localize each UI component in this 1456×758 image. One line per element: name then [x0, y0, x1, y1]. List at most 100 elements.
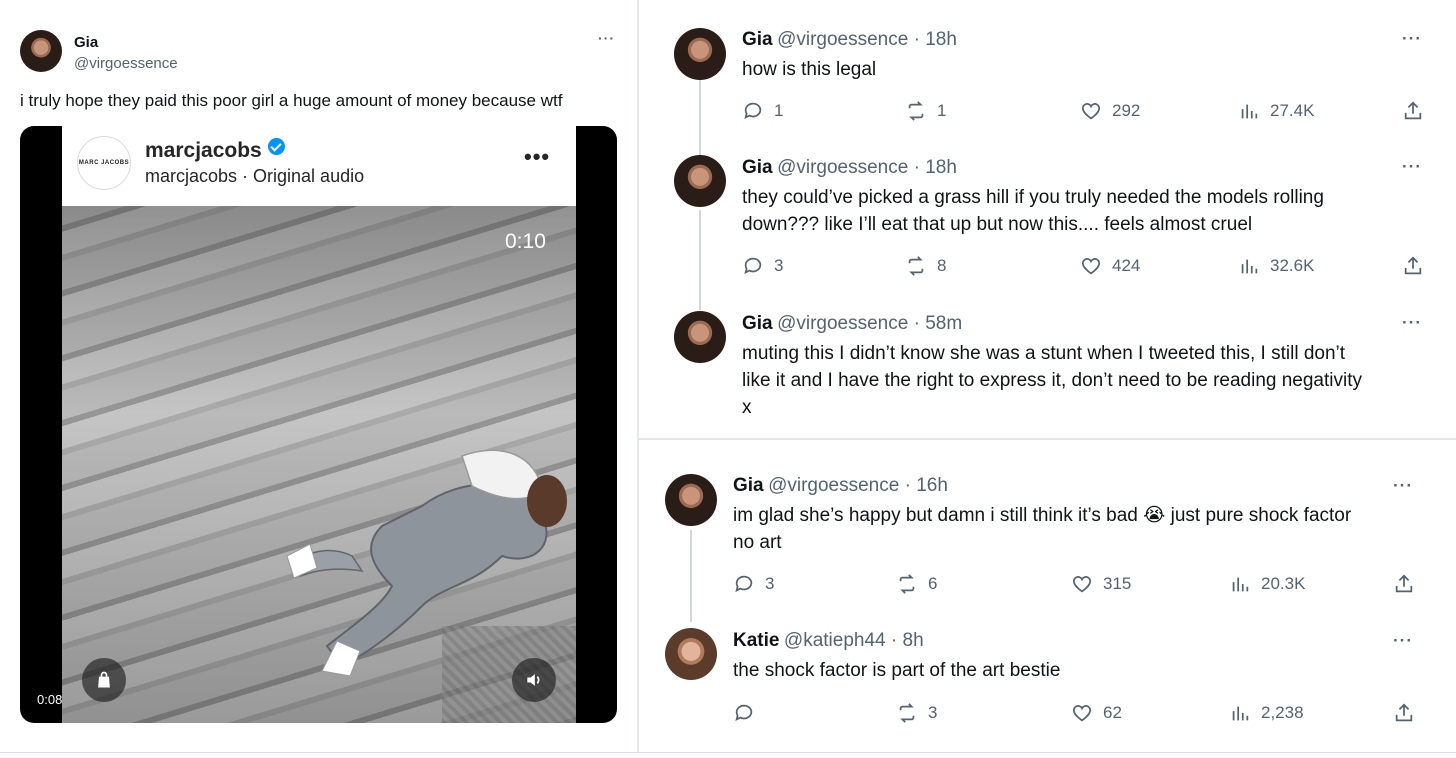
share-button[interactable] — [1393, 702, 1415, 724]
tweet-actions: 3 62 2,238 — [733, 702, 1423, 726]
author-handle[interactable]: @virgoessence · 18h — [777, 29, 957, 50]
tweet-header: Gia @virgoessence · 18h — [742, 157, 957, 179]
tweet-text-line: muting this I didn’t know she was a stun… — [742, 343, 1346, 364]
avatar[interactable] — [665, 474, 717, 526]
repost-button[interactable]: 3 — [896, 702, 937, 724]
like-count: 292 — [1112, 101, 1141, 120]
reply-icon — [735, 704, 753, 722]
reply-button[interactable] — [733, 702, 765, 724]
more-options-button[interactable]: ··· — [1393, 476, 1413, 496]
avatar[interactable] — [674, 155, 726, 207]
reply-count: 3 — [774, 256, 784, 275]
tweet-text-line: down??? like I’ll eat that up but now th… — [742, 214, 1253, 235]
repost-icon — [899, 574, 915, 594]
share-button[interactable] — [1393, 573, 1415, 595]
avatar[interactable] — [20, 30, 62, 72]
tweet-text-line: im glad she’s happy but damn i still thi… — [733, 505, 1352, 526]
speaker-glyph — [527, 674, 540, 686]
avatar[interactable] — [674, 28, 726, 80]
share-icon — [1404, 101, 1422, 120]
tweet-text-line: they could’ve picked a grass hill if you… — [742, 187, 1324, 208]
share-icon — [1404, 256, 1422, 275]
author-handle[interactable]: @katieph44 · 8h — [784, 630, 924, 651]
reply-icon — [744, 257, 762, 275]
author-name[interactable]: Katie — [733, 630, 779, 651]
views-button[interactable]: 20.3K — [1229, 573, 1305, 595]
share-icon — [1395, 703, 1413, 722]
author-name[interactable]: Gia — [742, 157, 773, 178]
reply-button[interactable]: 3 — [733, 573, 774, 595]
bottom-edge — [0, 752, 1456, 758]
share-button[interactable] — [1402, 100, 1424, 122]
avatar[interactable] — [674, 311, 726, 363]
tweet-text: muting this I didn’t know she was a stun… — [742, 340, 1362, 421]
tweet-text: how is this legal — [742, 59, 877, 80]
view-count: 2,238 — [1261, 703, 1304, 722]
heart-icon — [1072, 705, 1092, 722]
reply-icon — [735, 575, 753, 593]
repost-icon — [899, 703, 915, 723]
author-handle[interactable]: @virgoessence · 18h — [777, 157, 957, 178]
instagram-post: MARC JACOBS marcjacobs marcjacobs · Orig… — [62, 126, 576, 723]
video-frame[interactable]: 0:10 — [62, 206, 576, 723]
video-remaining-time: 0:10 — [505, 230, 546, 253]
tweet-text: the shock factor is part of the art best… — [733, 660, 1061, 681]
like-count: 315 — [1103, 574, 1132, 593]
tweet-actions: 3 6 315 20.3K — [733, 573, 1423, 597]
avatar[interactable] — [665, 628, 717, 680]
author-name[interactable]: Gia — [742, 29, 773, 50]
views-button[interactable]: 2,238 — [1229, 702, 1304, 724]
like-button[interactable]: 315 — [1071, 573, 1131, 595]
account-name[interactable]: marcjacobs — [145, 138, 285, 163]
author-handle[interactable]: @virgoessence · 16h — [768, 475, 948, 496]
tweet-text-line: no art — [733, 532, 782, 553]
tweet-actions: 3 8 424 32.6K — [742, 255, 1432, 279]
heart-icon — [1081, 103, 1101, 120]
author-name[interactable]: Gia — [74, 34, 98, 51]
like-button[interactable]: 62 — [1071, 702, 1122, 724]
shopping-bag-icon[interactable] — [82, 658, 126, 702]
instagram-header: MARC JACOBS marcjacobs marcjacobs · Orig… — [62, 126, 576, 206]
reply-button[interactable]: 3 — [742, 255, 783, 277]
repost-button[interactable]: 1 — [905, 100, 946, 122]
more-options-button[interactable]: ··· — [1402, 313, 1422, 333]
account-logo[interactable]: MARC JACOBS — [77, 136, 131, 190]
view-count: 32.6K — [1270, 256, 1315, 275]
repost-button[interactable]: 6 — [896, 573, 937, 595]
views-button[interactable]: 32.6K — [1238, 255, 1314, 277]
post-menu-button[interactable]: ••• — [524, 144, 550, 170]
tweet-header: Gia @virgoessence · 18h — [742, 29, 957, 51]
heart-icon — [1081, 258, 1101, 275]
repost-button[interactable]: 8 — [905, 255, 946, 277]
views-icon — [1241, 104, 1258, 119]
like-button[interactable]: 292 — [1080, 100, 1140, 122]
author-name[interactable]: Gia — [733, 475, 764, 496]
account-name-text: marcjacobs — [145, 139, 262, 162]
tweet-text-line: like it and I have the right to express … — [742, 370, 1362, 391]
thread-line — [690, 530, 692, 622]
reply-button[interactable]: 1 — [742, 100, 783, 122]
more-options-button[interactable]: ··· — [1402, 157, 1422, 177]
sound-icon[interactable] — [512, 658, 556, 702]
share-button[interactable] — [1402, 255, 1424, 277]
like-count: 62 — [1103, 703, 1122, 722]
like-button[interactable]: 424 — [1080, 255, 1140, 277]
thread-line — [699, 210, 701, 310]
account-subtitle[interactable]: marcjacobs · Original audio — [145, 166, 364, 187]
repost-count: 3 — [928, 703, 938, 722]
tweet-text: they could’ve picked a grass hill if you… — [742, 184, 1324, 238]
more-options-button[interactable]: ··· — [1402, 29, 1422, 49]
more-options-button[interactable]: ··· — [598, 30, 615, 46]
tweet-actions: 1 1 292 27.4K — [742, 100, 1432, 124]
main-tweet: Gia @virgoessence ··· i truly hope they … — [0, 0, 637, 758]
more-options-button[interactable]: ··· — [1393, 631, 1413, 651]
author-handle[interactable]: @virgoessence — [74, 55, 178, 72]
embedded-video[interactable]: MARC JACOBS marcjacobs marcjacobs · Orig… — [20, 126, 617, 723]
author-handle[interactable]: @virgoessence · 58m — [777, 313, 962, 334]
repost-count: 6 — [928, 574, 938, 593]
model-figure — [286, 449, 567, 676]
views-button[interactable]: 27.4K — [1238, 100, 1314, 122]
views-icon — [1241, 259, 1258, 274]
view-count: 27.4K — [1270, 101, 1315, 120]
author-name[interactable]: Gia — [742, 313, 773, 334]
